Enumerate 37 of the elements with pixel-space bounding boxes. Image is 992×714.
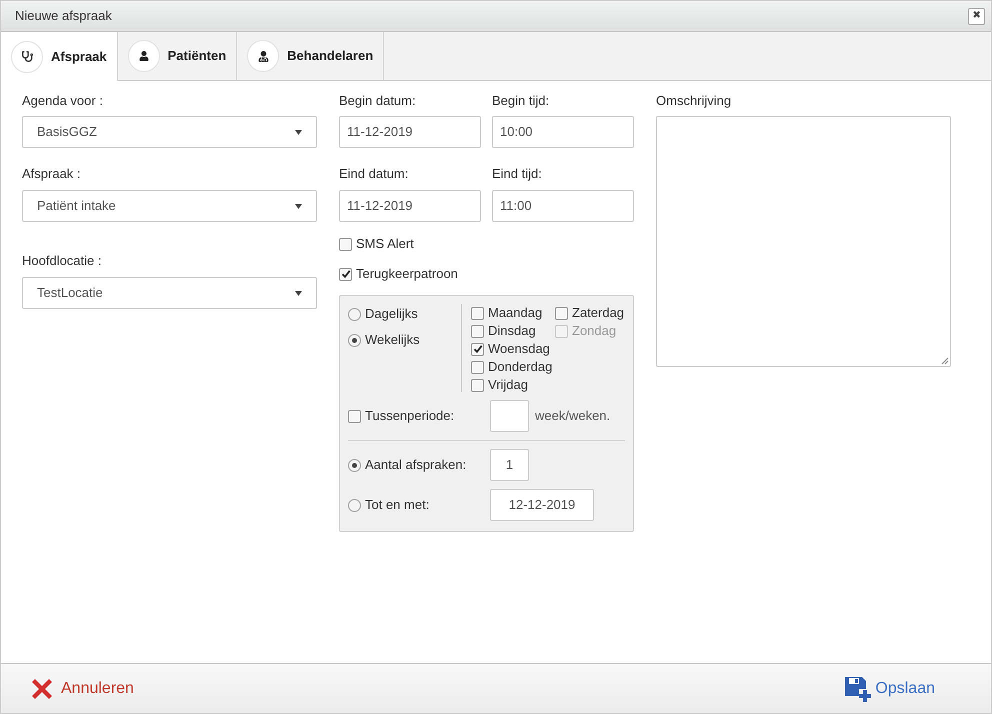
day-label: Zaterdag xyxy=(572,304,624,322)
day-label: Zondag xyxy=(572,322,616,340)
input-field[interactable]: 1 xyxy=(490,449,529,481)
radio-label: Dagelijks xyxy=(365,305,418,324)
checkbox-label: SMS Alert xyxy=(356,235,414,254)
tab[interactable]: Afspraak xyxy=(1,32,118,81)
field-label: Begin tijd: xyxy=(492,92,550,110)
input-field[interactable]: 12-12-2019 xyxy=(490,489,594,521)
cancel-button[interactable]: Annuleren xyxy=(31,676,134,700)
field-label: Eind tijd: xyxy=(492,165,543,183)
input-field[interactable]: 10:00 xyxy=(492,116,634,148)
input-field[interactable]: 11:00 xyxy=(492,190,634,222)
field-label: Afspraak : xyxy=(22,165,82,183)
checkbox-label: Tussenperiode: xyxy=(365,407,454,426)
dropdown[interactable]: TestLocatie xyxy=(22,277,317,309)
dropdown[interactable]: BasisGGZ xyxy=(22,116,317,148)
day-label: Woensdag xyxy=(488,340,550,358)
dropdown[interactable]: Patiënt intake xyxy=(22,190,317,222)
day-label: Vrijdag xyxy=(488,376,528,394)
day-label: Maandag xyxy=(488,304,542,322)
field-label: Omschrijving xyxy=(656,92,732,110)
window-title: Nieuwe afspraak xyxy=(15,7,112,26)
field-label: Hoofdlocatie : xyxy=(22,252,102,270)
close-button[interactable]: ✖ xyxy=(968,8,985,24)
radio-label: Aantal afspraken: xyxy=(365,456,466,474)
checkbox-label: Terugkeerpatroon xyxy=(356,265,458,284)
radio-label: Tot en met: xyxy=(365,496,430,514)
unit-label: week/weken. xyxy=(535,407,610,426)
input-field[interactable]: 11-12-2019 xyxy=(339,116,481,148)
field-label: Agenda voor : xyxy=(22,92,104,110)
field-label: Begin datum: xyxy=(339,92,417,110)
input-field[interactable]: 11-12-2019 xyxy=(339,190,481,222)
day-label: Donderdag xyxy=(488,358,552,376)
day-label: Dinsdag xyxy=(488,322,536,340)
field-label: Eind datum: xyxy=(339,165,410,183)
radio-label: Wekelijks xyxy=(365,331,420,350)
save-button[interactable]: Opslaan xyxy=(844,676,935,702)
